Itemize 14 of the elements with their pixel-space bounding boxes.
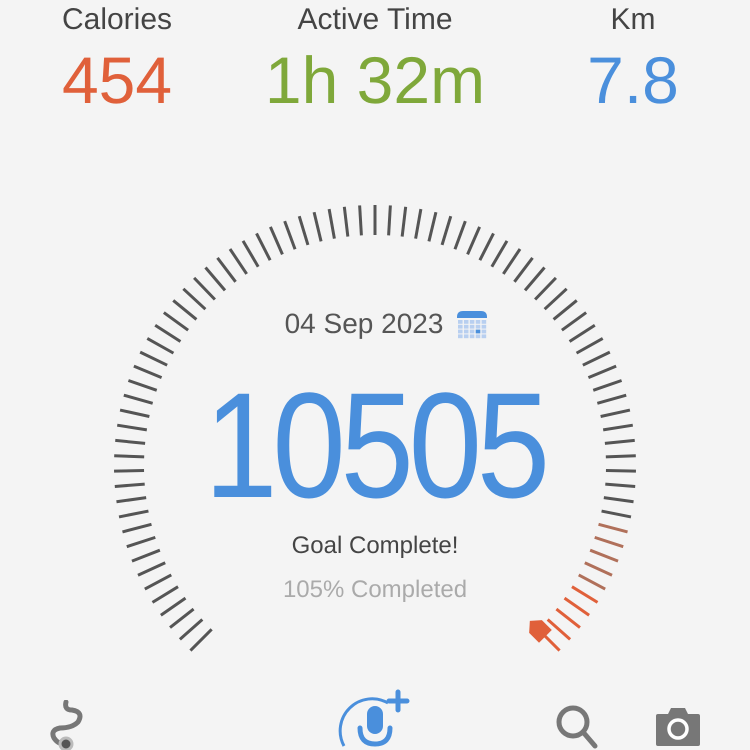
stat-label: Active Time [297, 2, 453, 38]
stat-label: Km [610, 2, 656, 38]
completion-percent: 105% Completed [282, 576, 468, 604]
stat-value: 1h 32m [264, 42, 486, 118]
stat-value: 454 [62, 42, 172, 118]
camera-icon[interactable] [654, 706, 702, 746]
stat-value: 7.8 [587, 42, 679, 118]
step-count: 10505 [204, 370, 546, 520]
calendar-icon[interactable] [457, 309, 488, 339]
search-icon[interactable] [555, 704, 599, 750]
progress-marker [529, 620, 552, 643]
goal-status: Goal Complete! [292, 532, 458, 560]
date-label: 04 Sep 2023 [284, 308, 444, 340]
stat-label: Calories [62, 2, 172, 38]
